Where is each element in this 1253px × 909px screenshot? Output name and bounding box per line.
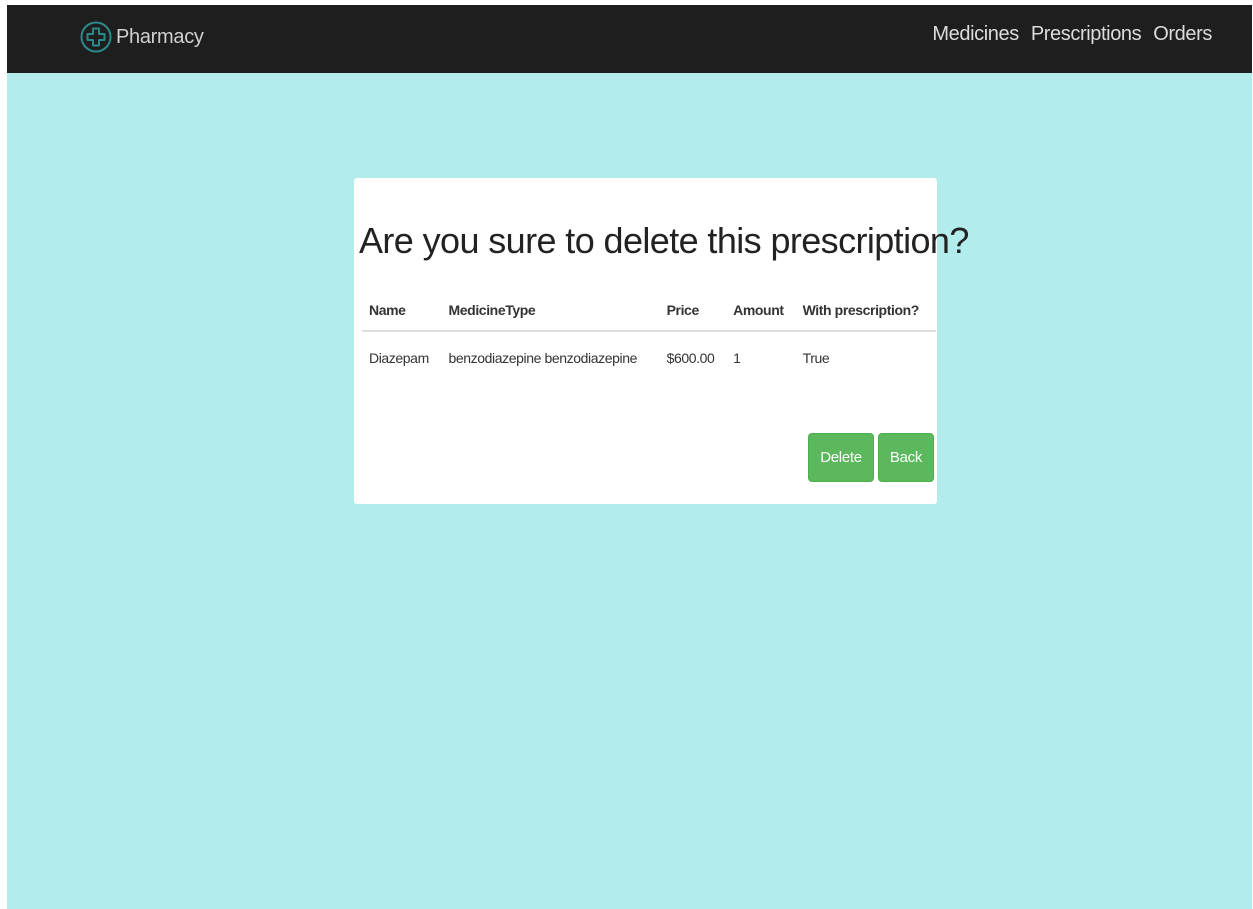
prescription-table: Name MedicineType Price Amount With pres… <box>362 290 936 384</box>
column-header-amount: Amount <box>726 290 796 332</box>
column-header-medicine-type: MedicineType <box>441 290 660 332</box>
brand-name: Pharmacy <box>116 25 204 48</box>
delete-button[interactable]: Delete <box>808 433 874 482</box>
table-header-row: Name MedicineType Price Amount With pres… <box>362 290 936 332</box>
table-row: Diazepam benzodiazepine benzodiazepine $… <box>362 331 936 384</box>
cell-price: $600.00 <box>666 350 715 366</box>
nav-links: Medicines Prescriptions Orders <box>920 21 1212 47</box>
brand-link[interactable]: Pharmacy <box>80 20 204 54</box>
nav-link-orders[interactable]: Orders <box>1153 23 1212 46</box>
cell-amount: 1 <box>733 350 741 366</box>
nav-link-prescriptions[interactable]: Prescriptions <box>1031 23 1142 46</box>
navbar: Pharmacy Medicines Prescriptions Orders <box>7 5 1252 73</box>
cell-with-prescription: True <box>802 350 830 366</box>
cell-medicine-type: benzodiazepine benzodiazepine <box>448 350 638 366</box>
column-header-with-prescription: With prescription? <box>795 290 936 332</box>
nav-link-medicines[interactable]: Medicines <box>932 23 1019 46</box>
page-frame: Pharmacy Medicines Prescriptions Orders … <box>7 5 1252 909</box>
delete-confirmation-card: Are you sure to delete this prescription… <box>354 178 969 504</box>
back-button[interactable]: Back <box>878 433 934 482</box>
cell-name: Diazepam <box>369 350 429 366</box>
plus-circle-icon <box>80 21 112 53</box>
page-title: Are you sure to delete this prescription… <box>359 220 969 261</box>
column-header-price: Price <box>659 290 727 332</box>
column-header-name: Name <box>362 290 442 332</box>
